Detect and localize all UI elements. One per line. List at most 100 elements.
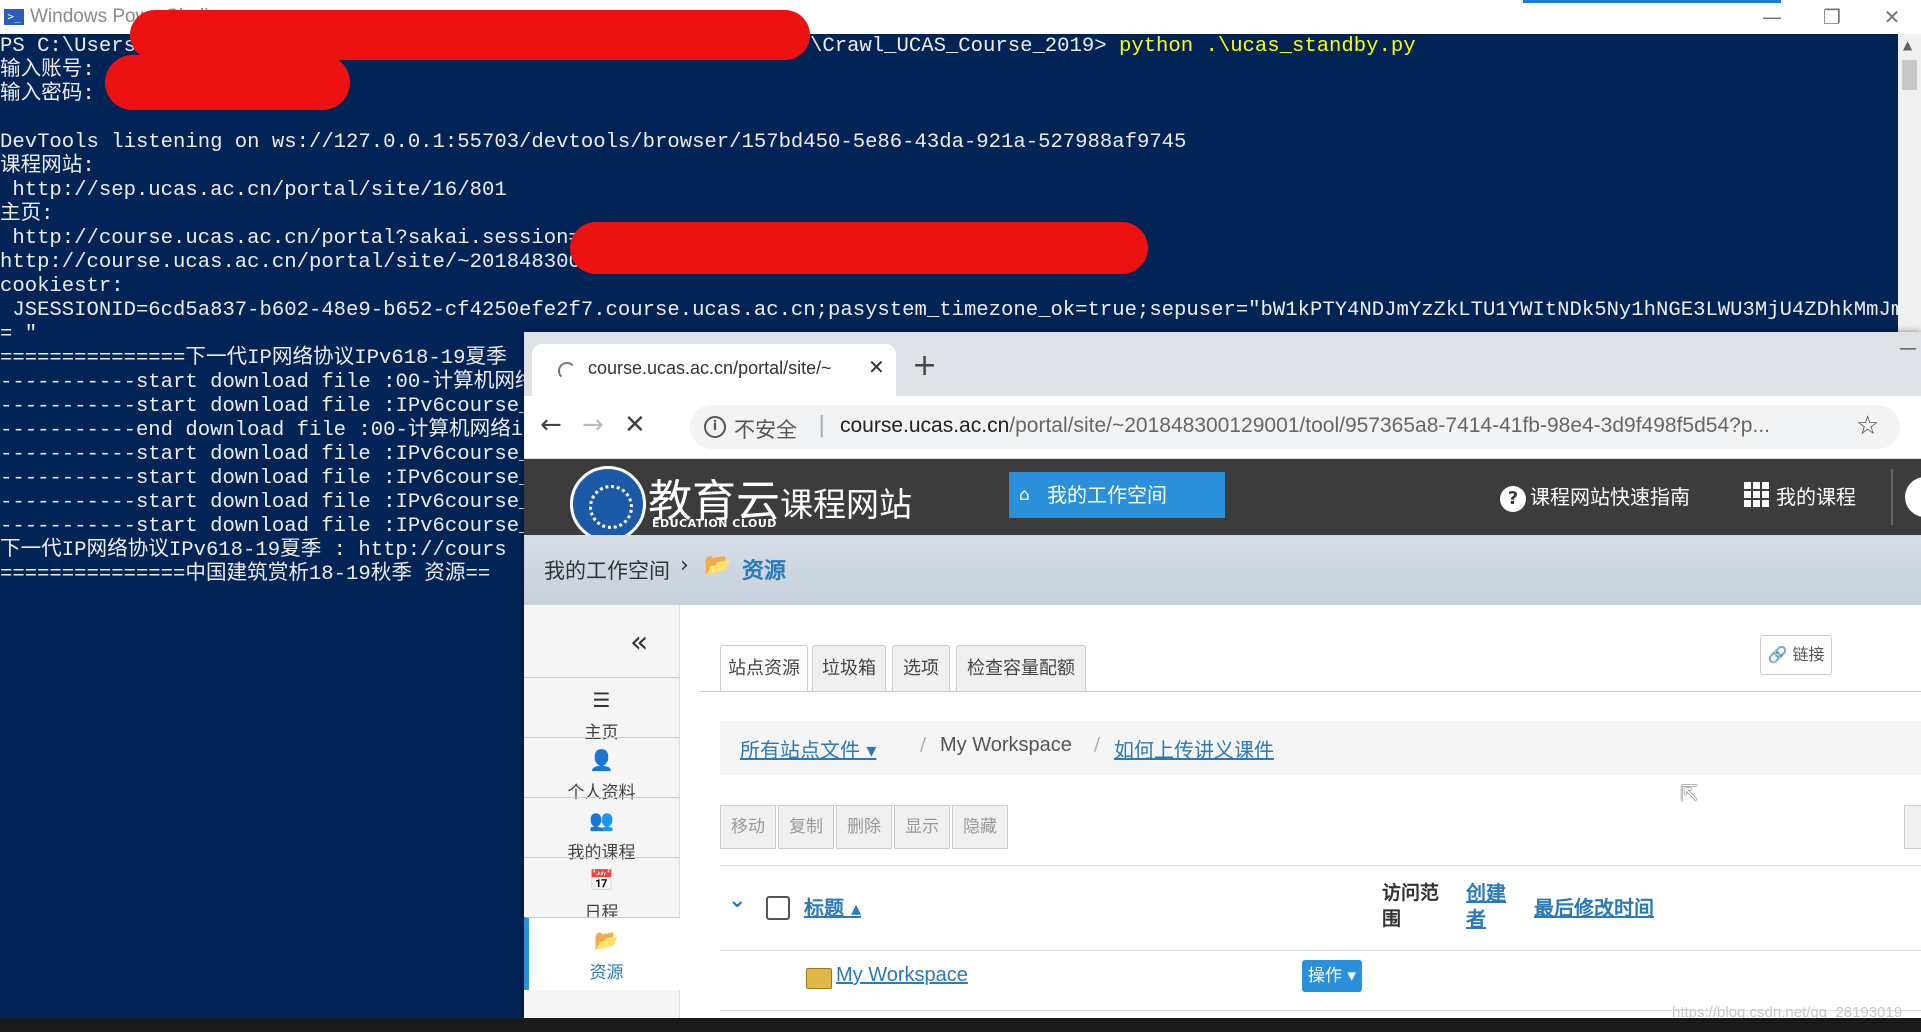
console-line: DevTools listening on ws://127.0.0.1:557… xyxy=(0,131,1187,154)
delete-button[interactable]: 删除 xyxy=(836,805,892,849)
url-text[interactable]: course.ucas.ac.cn/portal/site/~201848300… xyxy=(840,414,1770,438)
upload-howto-link[interactable]: 如何上传讲义课件 xyxy=(1114,734,1274,763)
console-line: ===============中国建筑赏析18-19秋季 资源== xyxy=(0,563,491,586)
path-separator: / xyxy=(920,734,927,755)
chevron-right-icon: › xyxy=(680,553,689,578)
move-button[interactable]: 移动 xyxy=(720,805,776,849)
console-line: 输入账号: xyxy=(0,59,95,82)
resource-name-link[interactable]: My Workspace xyxy=(836,964,968,987)
actions-dropdown-button[interactable]: 操作 ▾ xyxy=(1302,960,1362,992)
minimize-button[interactable]: — xyxy=(1742,2,1802,32)
select-all-checkbox[interactable] xyxy=(766,896,790,920)
my-workspace-button[interactable]: ⌂ 我的工作空间 xyxy=(1009,472,1225,518)
sidebar-item-resources[interactable]: 📂 资源 xyxy=(524,917,684,990)
breadcrumb-workspace[interactable]: 我的工作空间 xyxy=(544,555,670,585)
console-line: ===============下一代IP网络协议IPv618-19夏季 xyxy=(0,347,507,370)
tab-close-icon[interactable]: ✕ xyxy=(868,355,885,379)
scrollbar[interactable]: ▲ xyxy=(1898,34,1921,334)
loading-spinner-icon xyxy=(558,362,576,380)
console-line: = " xyxy=(0,323,38,346)
folder-icon xyxy=(806,968,832,989)
link-icon: 🔗 xyxy=(1767,645,1788,664)
browser-window: course.ucas.ac.cn/portal/site/~ ✕ + — ← … xyxy=(524,332,1921,1032)
home-icon: ⌂ xyxy=(1019,485,1030,505)
header-divider xyxy=(1891,469,1893,525)
my-courses-menu[interactable]: 我的课程 xyxy=(1744,481,1856,510)
avatar[interactable] xyxy=(1905,477,1921,517)
console-line: 下一代IP网络协议IPv618-19夏季 : http://cours xyxy=(0,539,507,562)
folder-path: 所有站点文件 ▾ / My Workspace / 如何上传讲义课件 xyxy=(720,721,1921,775)
tab-site-resources[interactable]: 站点资源 xyxy=(720,645,808,692)
hide-button[interactable]: 隐藏 xyxy=(952,805,1008,849)
restore-button[interactable]: ❐ xyxy=(1802,2,1862,32)
help-icon: ? xyxy=(1500,486,1526,512)
scroll-thumb[interactable] xyxy=(1902,60,1917,90)
console-line: JSESSIONID=6cd5a837-b602-48e9-b652-cf425… xyxy=(0,299,1898,322)
redaction-mark xyxy=(570,222,1148,274)
tab-title: course.ucas.ac.cn/portal/site/~ xyxy=(588,358,832,378)
forward-button[interactable]: → xyxy=(582,410,604,440)
tab-check-quota[interactable]: 检查容量配额 xyxy=(956,645,1086,692)
column-modified[interactable]: 最后修改时间 xyxy=(1534,892,1654,921)
show-button[interactable]: 显示 xyxy=(894,805,950,849)
grid-icon xyxy=(1744,482,1770,508)
site-header: 教育云课程网站 EDUCATION CLOUD ⌂ 我的工作空间 ? 课程网站快速… xyxy=(524,459,1921,542)
column-title[interactable]: 标题 ▴ xyxy=(804,892,861,921)
tab-trash[interactable]: 垃圾箱 xyxy=(812,645,886,692)
overflow-button[interactable] xyxy=(1904,805,1921,849)
tab-underline xyxy=(700,691,1921,692)
link-button[interactable]: 🔗 链接 xyxy=(1760,635,1832,675)
console-line: -----------start download file :IPv6cour… xyxy=(0,395,544,418)
close-button[interactable]: ✕ xyxy=(1862,2,1921,32)
console-line: -----------end download file :00-计算机网络i xyxy=(0,419,524,442)
chevron-down-icon[interactable]: ⌄ xyxy=(728,888,746,913)
column-access: 访问范围 xyxy=(1382,882,1440,930)
redaction-mark xyxy=(105,55,350,110)
user-icon: 👤 xyxy=(589,748,614,772)
list-icon: ☰ xyxy=(592,688,611,712)
breadcrumb: 我的工作空间 › 📂 资源 xyxy=(524,535,1921,605)
table-row: My Workspace 操作 ▾ xyxy=(720,950,1921,1011)
console-line: http://course.ucas.ac.cn/portal?sakai.se… xyxy=(0,227,594,250)
console-line: 输入密码: xyxy=(0,83,95,106)
back-button[interactable]: ← xyxy=(540,410,562,440)
all-site-files-dropdown[interactable]: 所有站点文件 ▾ xyxy=(740,734,876,763)
users-icon: 👥 xyxy=(589,808,614,832)
taskbar xyxy=(0,1018,1921,1032)
console-line: -----------start download file :00-计算机网络 xyxy=(0,371,536,394)
security-label[interactable]: 不安全 xyxy=(734,414,797,444)
resources-panel: 站点资源 垃圾箱 选项 检查容量配额 🔗 链接 所有站点文件 ▾ / My Wo… xyxy=(680,605,1921,1032)
ucas-logo-icon[interactable] xyxy=(570,466,646,542)
breadcrumb-current: 资源 xyxy=(742,559,787,584)
console-line: http://course.ucas.ac.cn/portal/site/~20… xyxy=(0,251,594,274)
console-line: PS C:\Users \Crawl_UCAS_Course_2019> pyth… xyxy=(0,35,1416,58)
path-workspace: My Workspace xyxy=(940,734,1072,756)
console-line: -----------start download file :IPv6cour… xyxy=(0,467,544,490)
powershell-icon: >_ xyxy=(4,9,24,25)
site-logo-subtitle: EDUCATION CLOUD xyxy=(652,517,777,530)
console-line: -----------start download file :IPv6cour… xyxy=(0,515,544,538)
address-bar[interactable]: i 不安全 | course.ucas.ac.cn/portal/site/~2… xyxy=(690,405,1900,449)
copy-button[interactable]: 复制 xyxy=(778,805,834,849)
tab-options[interactable]: 选项 xyxy=(892,645,950,692)
browser-tab[interactable]: course.ucas.ac.cn/portal/site/~ ✕ xyxy=(532,344,896,396)
redaction-mark xyxy=(130,10,810,60)
path-separator: / xyxy=(1094,734,1101,755)
quick-guide-link[interactable]: ? 课程网站快速指南 xyxy=(1500,481,1690,512)
console-line: cookiestr: xyxy=(0,275,124,298)
console-line: -----------start download file :IPv6cour… xyxy=(0,491,544,514)
info-icon[interactable]: i xyxy=(704,416,726,438)
collapse-sidebar-icon[interactable]: « xyxy=(630,625,648,660)
new-tab-button[interactable]: + xyxy=(912,348,937,383)
stop-button[interactable]: ✕ xyxy=(624,410,646,440)
tab-strip: course.ucas.ac.cn/portal/site/~ ✕ + — xyxy=(524,332,1921,396)
bookmark-star-icon[interactable]: ☆ xyxy=(1856,411,1879,441)
column-creator[interactable]: 创建者 xyxy=(1466,880,1508,932)
scroll-up-icon[interactable]: ▲ xyxy=(1903,38,1912,52)
calendar-icon: 📅 xyxy=(589,868,614,892)
tool-sidebar: « ☰ 主页 👤 个人资料 👥 我的课程 📅 日程 📂 资源 xyxy=(524,605,684,1032)
browser-minimize-button[interactable]: — xyxy=(1899,338,1917,359)
mouse-cursor-icon: ⇱ xyxy=(1680,782,1699,807)
console-line: 课程网站: xyxy=(0,155,95,178)
browser-toolbar: ← → ✕ i 不安全 | course.ucas.ac.cn/portal/s… xyxy=(524,396,1921,459)
